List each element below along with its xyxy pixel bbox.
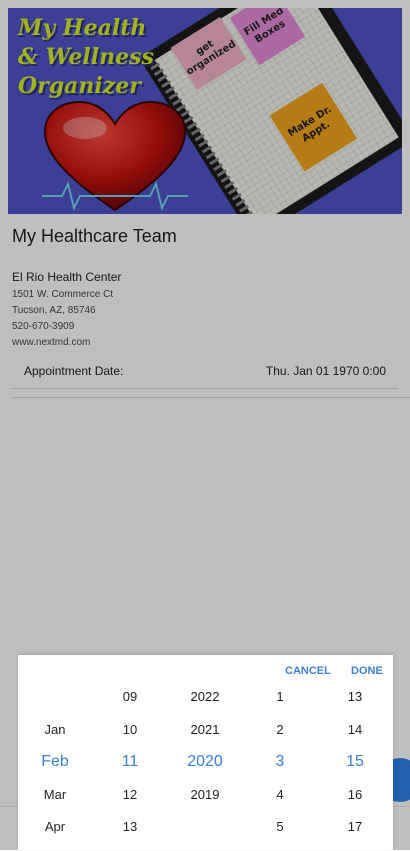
cancel-button[interactable]: CANCEL [285, 665, 331, 677]
done-button[interactable]: DONE [351, 665, 383, 677]
year-option[interactable] [170, 811, 240, 844]
hour-option[interactable]: 2 [245, 714, 315, 747]
year-option[interactable]: 2022 [170, 681, 240, 714]
month-option-selected[interactable]: Feb [20, 746, 90, 779]
hour-option[interactable]: 5 [245, 811, 315, 844]
hour-option-selected[interactable]: 3 [245, 746, 315, 779]
month-option[interactable]: Apr [20, 811, 90, 844]
hour-option[interactable]: 1 [245, 681, 315, 714]
minute-option[interactable]: 14 [320, 714, 390, 747]
year-option[interactable]: 2021 [170, 714, 240, 747]
day-option[interactable]: 10 [95, 714, 165, 747]
day-option-selected[interactable]: 11 [95, 746, 165, 779]
month-option[interactable]: Mar [20, 779, 90, 812]
year-wheel[interactable]: 2022 2021 2020 2019 [170, 681, 240, 844]
hour-wheel[interactable]: 1 2 3 4 5 [245, 681, 315, 844]
minute-wheel[interactable]: 13 14 15 16 17 [320, 681, 390, 844]
hour-option[interactable]: 4 [245, 779, 315, 812]
month-wheel[interactable]: Jan Feb Mar Apr [20, 681, 90, 844]
date-time-picker: CANCEL DONE Jan Feb Mar Apr 09 10 11 12 … [18, 655, 393, 850]
month-option[interactable] [20, 681, 90, 714]
minute-option-selected[interactable]: 15 [320, 746, 390, 779]
minute-option[interactable]: 17 [320, 811, 390, 844]
minute-option[interactable]: 13 [320, 681, 390, 714]
day-wheel[interactable]: 09 10 11 12 13 [95, 681, 165, 844]
day-option[interactable]: 12 [95, 779, 165, 812]
year-option[interactable]: 2019 [170, 779, 240, 812]
day-option[interactable]: 09 [95, 681, 165, 714]
day-option[interactable]: 13 [95, 811, 165, 844]
year-option-selected[interactable]: 2020 [170, 746, 240, 779]
month-option[interactable]: Jan [20, 714, 90, 747]
minute-option[interactable]: 16 [320, 779, 390, 812]
